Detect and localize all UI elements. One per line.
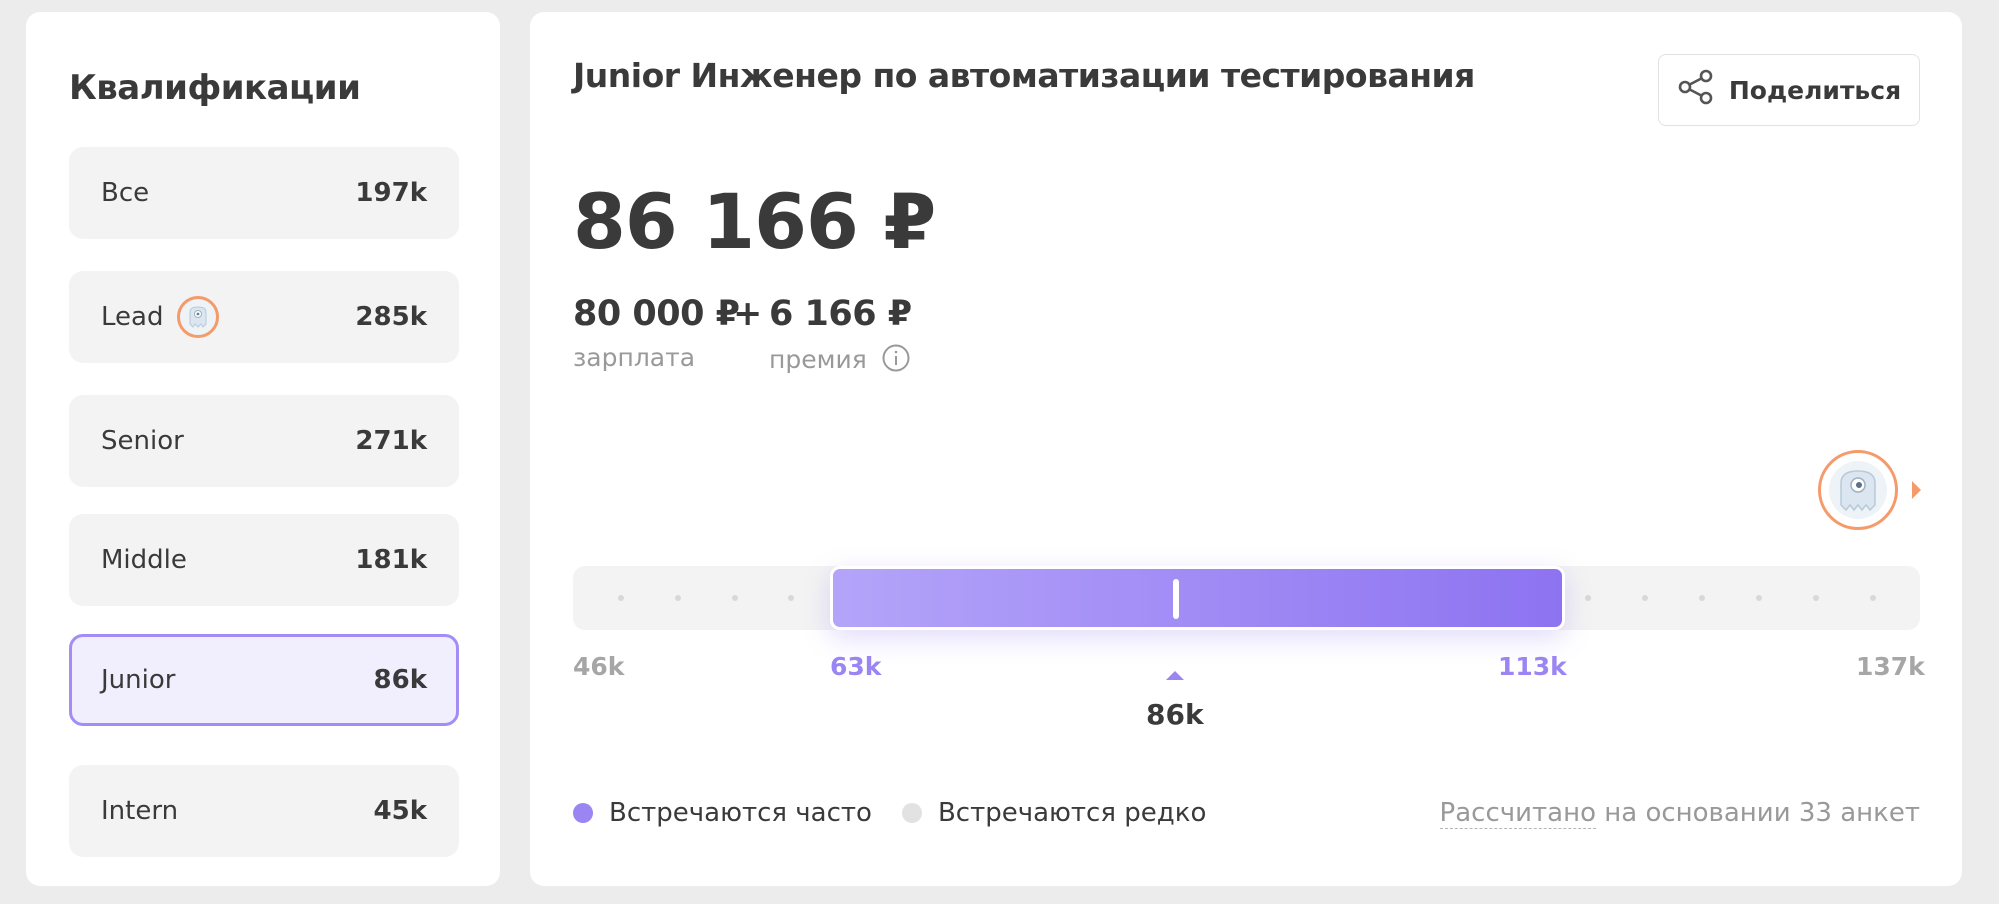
qualification-item-intern[interactable]: Intern 45k — [69, 765, 459, 857]
qualification-item-junior[interactable]: Junior 86k — [69, 634, 459, 726]
legend-frequent: Встречаются часто — [573, 798, 872, 828]
track-dot — [1642, 595, 1648, 601]
qualification-name: Lead — [101, 302, 164, 332]
range-high-label: 113k — [1498, 652, 1567, 681]
qualification-value: 271k — [355, 426, 427, 456]
qualification-value: 86k — [373, 665, 427, 695]
frequent-range-bar — [830, 566, 1565, 630]
salary-panel: Junior Инженер по автоматизации тестиров… — [530, 12, 1962, 886]
info-icon[interactable] — [881, 343, 911, 379]
salary-label: зарплата — [573, 343, 696, 372]
qualification-name: Senior — [101, 426, 184, 456]
lead-avatar-icon — [177, 296, 220, 338]
track-dot — [732, 595, 738, 601]
qualifications-panel: Квалификации Все 197k Lead 285k Senior 2… — [26, 12, 500, 886]
qualification-name: Все — [101, 178, 150, 208]
qualifications-title: Квалификации — [69, 68, 361, 108]
monster-avatar-icon[interactable] — [1818, 450, 1898, 530]
qualification-value: 45k — [373, 796, 427, 826]
plus-sign: + — [733, 294, 762, 334]
track-dot — [1585, 595, 1591, 601]
calculation-note: Рассчитано на основании 33 анкет — [1439, 798, 1920, 829]
median-label: 86k — [1146, 698, 1204, 731]
track-dot — [675, 595, 681, 601]
range-max-label: 137k — [1856, 652, 1925, 681]
median-arrow-icon — [1166, 671, 1184, 680]
range-low-label: 63k — [830, 652, 882, 681]
legend-frequent-label: Встречаются часто — [609, 798, 872, 828]
qualification-value: 285k — [355, 302, 427, 332]
bonus-label: премия — [769, 345, 867, 374]
total-salary: 86 166 ₽ — [573, 177, 936, 266]
qualification-name: Junior — [101, 665, 176, 695]
qualification-item-all[interactable]: Все 197k — [69, 147, 459, 239]
qualification-name: Middle — [101, 545, 187, 575]
qualification-name-wrap: Lead — [101, 296, 220, 338]
track-dot — [1870, 595, 1876, 601]
legend-rare-label: Встречаются редко — [937, 798, 1207, 828]
bonus-amount: 6 166 ₽ — [769, 294, 912, 334]
share-button[interactable]: Поделиться — [1658, 54, 1920, 126]
qualification-name: Intern — [101, 796, 179, 826]
salary-amount: 80 000 ₽ — [573, 294, 740, 334]
track-dot — [618, 595, 624, 601]
track-dot — [1756, 595, 1762, 601]
qualification-item-senior[interactable]: Senior 271k — [69, 395, 459, 487]
track-dot — [1813, 595, 1819, 601]
track-dot — [1699, 595, 1705, 601]
median-marker — [1173, 579, 1179, 619]
avatar-pointer-icon — [1912, 481, 1921, 499]
share-label: Поделиться — [1728, 75, 1902, 105]
qualification-item-lead[interactable]: Lead 285k — [69, 271, 459, 363]
qualification-item-middle[interactable]: Middle 181k — [69, 514, 459, 606]
qualification-value: 181k — [355, 545, 427, 575]
legend: Встречаются часто Встречаются редко — [573, 798, 1236, 828]
legend-rare-dot — [901, 803, 922, 823]
job-title: Junior Инженер по автоматизации тестиров… — [573, 56, 1475, 95]
range-min-label: 46k — [573, 652, 625, 681]
share-icon — [1677, 69, 1715, 111]
legend-rare: Встречаются редко — [901, 798, 1207, 828]
calculation-link[interactable]: Рассчитано — [1439, 798, 1596, 829]
qualification-value: 197k — [355, 178, 427, 208]
track-dot — [788, 595, 794, 601]
legend-frequent-dot — [573, 803, 593, 823]
bonus-label-wrap: премия — [769, 343, 911, 379]
calculation-note-text: на основании 33 анкет — [1595, 798, 1920, 828]
